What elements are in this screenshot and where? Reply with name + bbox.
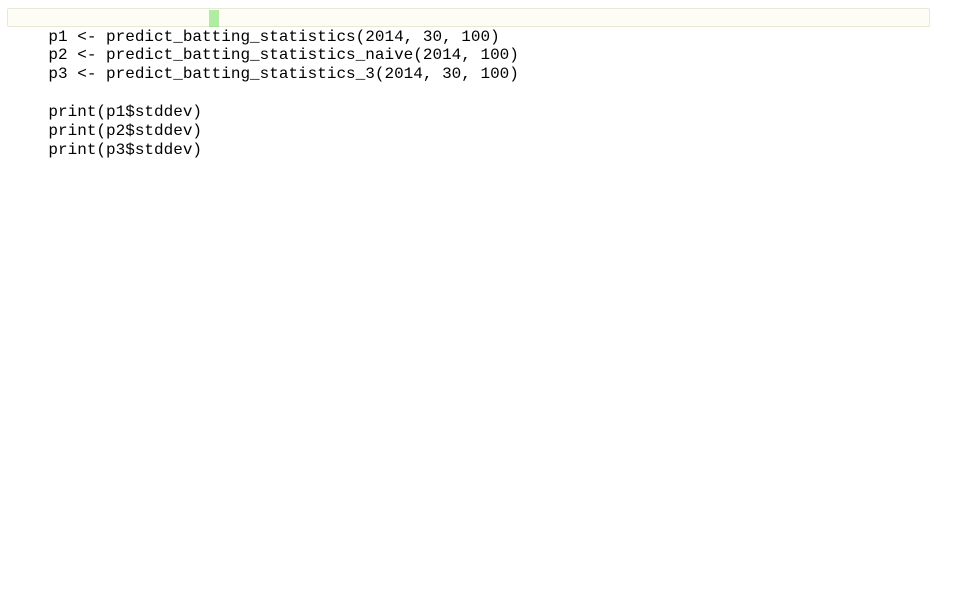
code-text: print(p3$stddev)	[48, 141, 202, 159]
code-line-2[interactable]: p2 <- predict_batting_statistics_naive(2…	[10, 27, 950, 46]
code-line-5[interactable]: print(p1$stddev)	[10, 84, 950, 103]
code-line-4[interactable]	[10, 65, 950, 84]
code-line-3[interactable]: p3 <- predict_batting_statistics_3(2014,…	[10, 46, 950, 65]
cursor	[209, 10, 219, 27]
code-line-6[interactable]: print(p2$stddev)	[10, 103, 950, 122]
code-line-1[interactable]: p1 <- predict_batting_statistics(2014, 3…	[7, 8, 930, 27]
code-editor[interactable]: p1 <- predict_batting_statistics(2014, 3…	[0, 0, 960, 610]
code-line-7[interactable]: print(p3$stddev)	[10, 122, 950, 141]
